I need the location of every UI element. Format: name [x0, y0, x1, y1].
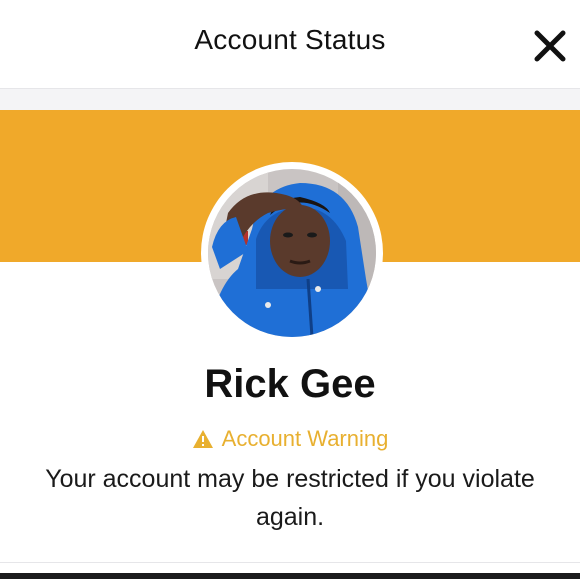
warning-message: Your account may be restricted if you vi… — [45, 465, 535, 531]
header-divider-space — [0, 89, 580, 110]
warning-label: Account Warning — [221, 426, 389, 451]
profile-name: Rick Gee — [204, 362, 376, 406]
header-bar: Account Status — [0, 0, 580, 89]
bottom-edge — [0, 573, 580, 579]
account-warning: Account Warning — [0, 425, 580, 453]
close-icon — [534, 30, 566, 62]
page-title: Account Status — [194, 24, 386, 55]
warning-icon — [192, 430, 213, 448]
avatar[interactable] — [208, 169, 376, 337]
content-divider — [0, 562, 580, 563]
close-button[interactable] — [530, 26, 570, 66]
profile-photo — [208, 169, 376, 337]
